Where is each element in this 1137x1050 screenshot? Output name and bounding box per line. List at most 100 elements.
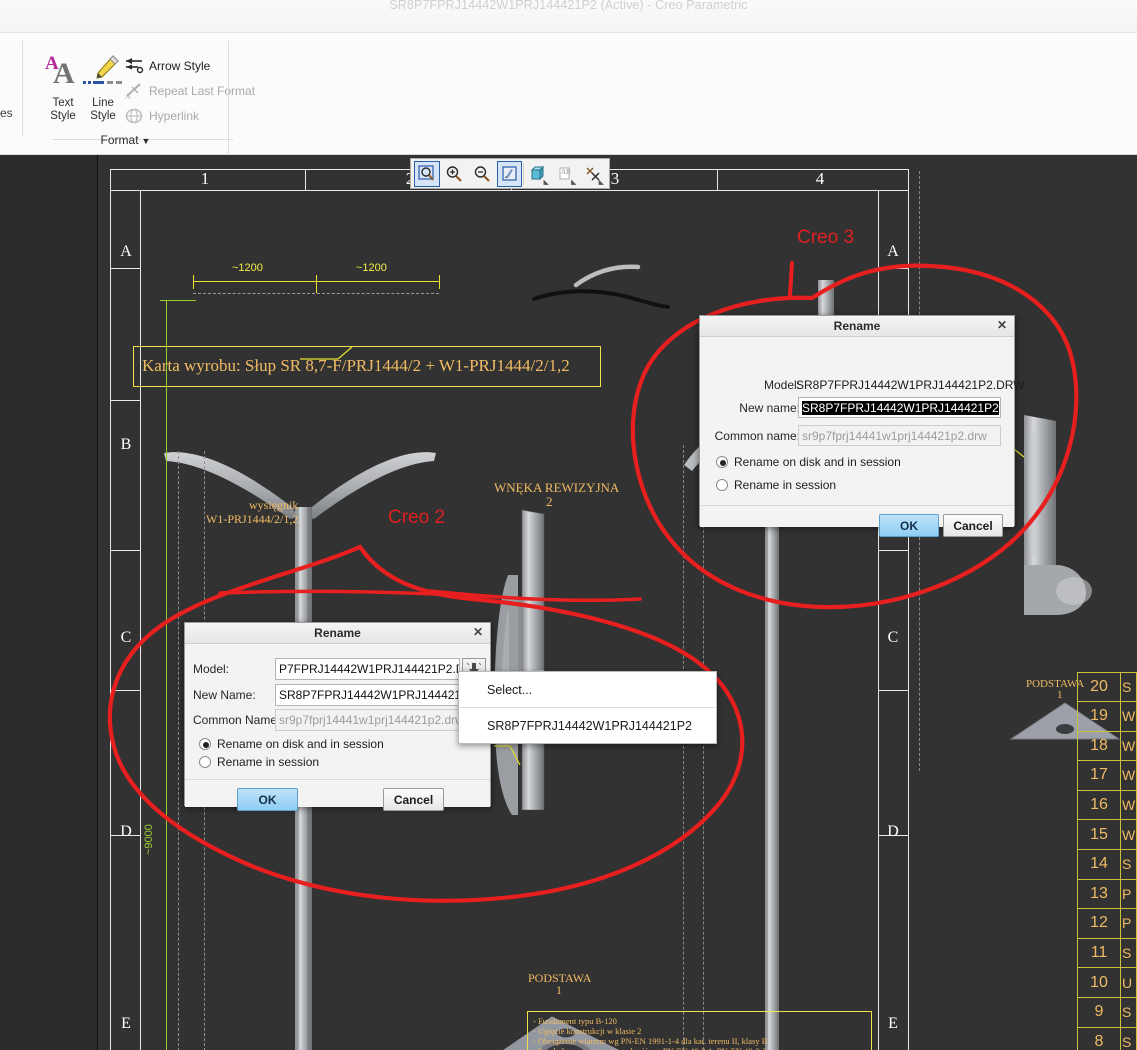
new-name-input-creo2[interactable]: SR8P7FPRJ14442W1PRJ144421P2	[275, 684, 460, 706]
parts-row-description: U	[1122, 974, 1133, 991]
parts-row-number: 15	[1078, 820, 1121, 849]
radio-on-disk-label-creo2: Rename on disk and in session	[217, 737, 384, 751]
table-row[interactable]: 15 W	[1077, 820, 1137, 850]
grid-row-label-c-left: C	[120, 629, 132, 646]
table-row[interactable]: 14 S	[1077, 849, 1137, 880]
drawing-canvas[interactable]: 1 2 3 4 A B C D E A B C D E Karta wyrobu…	[0, 155, 1137, 1050]
podstawa-right-label: PODSTAWA	[1026, 678, 1085, 690]
dim-height-label: ~9000	[143, 824, 155, 855]
grid-row-sep-l3	[110, 550, 141, 551]
table-row[interactable]: 11 S	[1077, 938, 1137, 969]
ok-button-creo2[interactable]: OK	[237, 788, 298, 811]
repeat-last-format-button[interactable]: A Repeat Last Format	[123, 78, 255, 103]
parts-row-number: 20	[1078, 673, 1121, 701]
arrow-style-icon	[123, 56, 145, 76]
application-titlebar: SR8P7FPRJ14442W1PRJ144421P2 (Active) - C…	[0, 0, 1137, 33]
dim-arm-left-label: ~1200	[232, 262, 263, 274]
radio-in-session-indicator-creo3	[716, 479, 728, 491]
grid-row-label-c-right: C	[887, 629, 899, 646]
close-icon[interactable]: ✕	[473, 625, 483, 639]
drawing-note-line: - Obciążenie wiatrem wg PN-EN 1991-1-4 d…	[533, 1036, 768, 1046]
saved-orientations-icon[interactable]: ◣	[525, 161, 551, 187]
cancel-button-creo3[interactable]: Cancel	[943, 514, 1003, 537]
table-row[interactable]: 9S	[1077, 997, 1137, 1028]
dim-height-line	[166, 300, 167, 1050]
dim-arm-tick-l	[193, 275, 194, 289]
parts-row-description: S	[1122, 1033, 1132, 1050]
common-name-input-creo2[interactable]: sr9p7fprj14441w1prj144421p2.drw	[275, 709, 460, 731]
podstawa-center-number: 1	[556, 983, 562, 997]
dropdown-item[interactable]: Select...	[459, 672, 716, 707]
line-style-button[interactable]: Line Style	[81, 53, 125, 123]
table-row[interactable]: 13 P	[1077, 879, 1137, 910]
grid-col-sep-1	[305, 169, 306, 190]
radio-rename-in-session-creo2[interactable]: Rename in session	[199, 755, 319, 769]
parts-list-table[interactable]: 20 S 19 W 18 W 17 W 16 W 15 W 14 S 13 P 12 P 11 S 10 U 9 S 8 S	[1077, 672, 1137, 1050]
grid-row-sep-l2	[110, 400, 141, 401]
parts-row-description: W	[1122, 767, 1136, 784]
rename-dialog-creo3[interactable]: Rename ✕ Model: SR8P7FPRJ14442W1PRJ14442…	[699, 315, 1025, 537]
repaint-icon[interactable]	[496, 160, 523, 187]
rename-dialog-creo3-titlebar[interactable]: Rename ✕	[700, 316, 1014, 337]
parts-row-number: 11	[1078, 938, 1121, 968]
radio-rename-on-disk-creo2[interactable]: Rename on disk and in session	[199, 737, 384, 751]
table-row[interactable]: 20 S	[1077, 672, 1137, 702]
rename-dialog-creo2-title: Rename	[314, 626, 361, 640]
datum-display-icon[interactable]: ◣	[580, 161, 606, 187]
parts-row-number: 19	[1078, 701, 1121, 731]
rename-dialog-creo2[interactable]: Rename ✕ Model: P7FPRJ14442W1PRJ144421P2…	[184, 622, 491, 811]
radio-rename-on-disk-creo3[interactable]: Rename on disk and in session	[716, 455, 901, 469]
model-input-creo2[interactable]: P7FPRJ14442W1PRJ144421P2.DRW	[275, 658, 460, 680]
pencil-icon	[96, 55, 119, 79]
format-group-launcher[interactable]: Format ▼	[23, 133, 228, 147]
dialog-footer-separator-creo3	[700, 505, 1014, 506]
drawing-note-line: - Ugięcie konstrukcji w klasie 2	[533, 1026, 642, 1036]
format-group-label: Format	[100, 133, 139, 147]
parts-row-number: 14	[1078, 849, 1121, 879]
creo2-annotation-label: Creo 2	[388, 507, 446, 528]
zoom-to-fit-icon[interactable]	[414, 160, 440, 187]
table-row[interactable]: 16 W	[1077, 790, 1137, 821]
drawing-note-line: - Przyłądy montażowe i zgodność wg PN-EN…	[533, 1046, 767, 1050]
ok-button-creo3[interactable]: OK	[879, 514, 939, 537]
text-style-label-line2: Style	[50, 110, 76, 122]
rename-dialog-creo2-titlebar[interactable]: Rename ✕	[185, 623, 490, 644]
parts-row-number: 16	[1078, 790, 1121, 820]
table-row[interactable]: 12 P	[1077, 908, 1137, 939]
window-title: SR8P7FPRJ14442W1PRJ144421P2 (Active) - C…	[389, 0, 748, 12]
annotation-display-icon[interactable]: AB ◣	[553, 161, 579, 187]
hyperlink-label: Hyperlink	[149, 108, 200, 123]
close-icon[interactable]: ✕	[997, 318, 1007, 332]
grid-row-label-e-left: E	[121, 1015, 131, 1032]
table-row[interactable]: 10 U	[1077, 968, 1137, 998]
table-row[interactable]: 18 W	[1077, 731, 1137, 762]
radio-rename-in-session-creo3[interactable]: Rename in session	[716, 478, 836, 492]
svg-text:A: A	[125, 92, 131, 101]
rename-dialog-creo3-title: Rename	[833, 319, 881, 333]
dropdown-item[interactable]: SR8P7FPRJ14442W1PRJ144421P2	[459, 708, 716, 743]
table-row[interactable]: 8S	[1077, 1027, 1137, 1050]
line-style-icon	[81, 53, 125, 97]
model-input-creo2-value: P7FPRJ14442W1PRJ144421P2.DRW	[279, 662, 459, 676]
arrow-style-button[interactable]: Arrow Style	[123, 53, 210, 78]
hyperlink-button[interactable]: Hyperlink	[123, 103, 199, 128]
zoom-in-icon[interactable]	[442, 161, 468, 187]
zoom-out-icon[interactable]	[469, 161, 495, 187]
new-name-input-creo3[interactable]: SR8P7FPRJ14442W1PRJ144421P2	[798, 397, 1001, 418]
wysiegnik-label: wysięgnik	[249, 498, 299, 512]
model-dropdown-menu[interactable]: Select... SR8P7FPRJ14442W1PRJ144421P2	[458, 671, 717, 744]
sheet-inner-top	[110, 190, 909, 191]
table-row[interactable]: 19 W	[1077, 701, 1137, 732]
table-row[interactable]: 17 W	[1077, 760, 1137, 791]
grid-row-sep-l1	[110, 268, 141, 269]
view-toolbar[interactable]: ◣ AB ◣ ◣	[410, 158, 610, 189]
model-label-creo2: Model:	[193, 662, 230, 676]
cancel-button-creo2[interactable]: Cancel	[383, 788, 444, 811]
text-style-button[interactable]: AA Text Style	[41, 53, 85, 123]
drawing-note-line: - Fundament typu B-120	[533, 1016, 617, 1026]
model-label-creo3: Model:	[763, 378, 800, 392]
common-name-input-creo3[interactable]: sr9p7fprj14441w1prj144421p2.drw	[798, 425, 1001, 446]
canvas-left-border	[97, 155, 98, 1050]
text-style-icon: AA	[45, 53, 75, 90]
toolbar-separator-1	[523, 162, 525, 185]
